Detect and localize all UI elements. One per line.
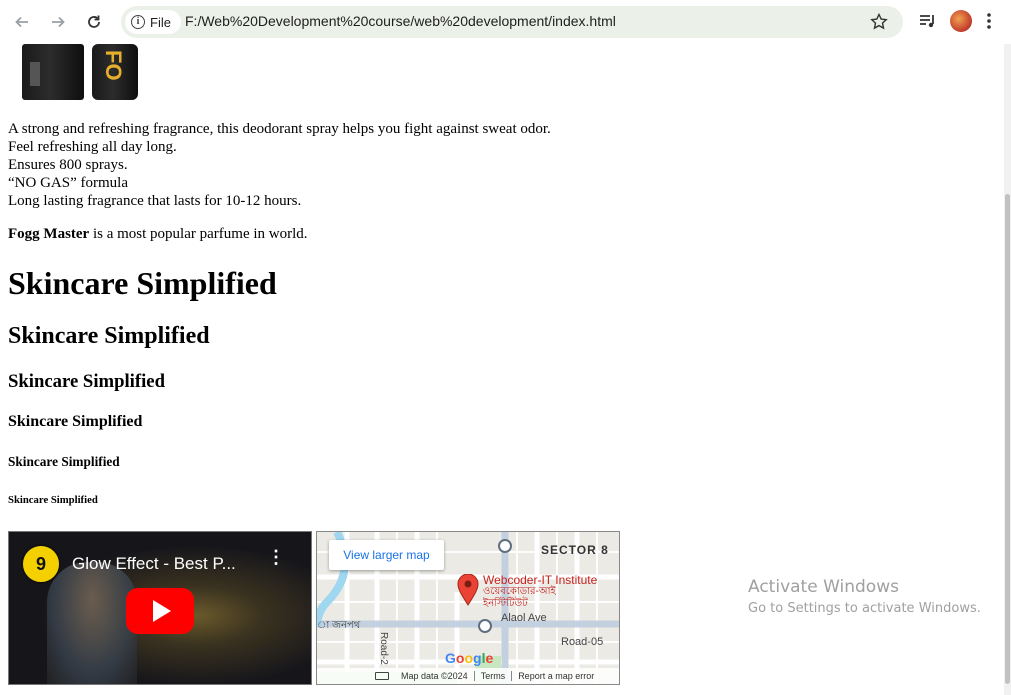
back-button[interactable] xyxy=(7,7,37,37)
brand-text: is a most popular parfume in world. xyxy=(89,226,308,242)
scrollbar-thumb[interactable] xyxy=(1005,194,1010,684)
toolbar-right-icons xyxy=(918,10,992,32)
map-street-label: Alaol Ave xyxy=(501,612,547,624)
map-street-label: Road-05 xyxy=(561,636,604,648)
google-logo: Google xyxy=(445,650,494,666)
map-place-label[interactable]: Webcoder-IT Institute ওয়েবকোডার-আই ইনস্… xyxy=(483,574,597,610)
description-line: Feel refreshing all day long. xyxy=(8,139,177,155)
site-info-chip[interactable]: i File xyxy=(125,10,181,34)
reload-button[interactable] xyxy=(79,7,109,37)
map-street-label: া জনপথ xyxy=(317,620,361,631)
description-line: “NO GAS” formula xyxy=(8,175,128,191)
bookmark-star-icon[interactable] xyxy=(869,12,889,32)
product-box xyxy=(22,44,84,100)
address-bar[interactable]: i File F:/Web%20Development%20course/web… xyxy=(121,6,903,38)
map-pin-icon[interactable] xyxy=(457,574,479,606)
forward-button[interactable] xyxy=(43,7,73,37)
place-subtitle: ইনস্টিটিউট xyxy=(483,598,528,609)
video-person-figure xyxy=(47,562,137,684)
file-chip-label: File xyxy=(150,14,171,30)
reload-icon xyxy=(88,15,100,28)
heading-h3: Skincare Simplified xyxy=(8,371,165,392)
forward-arrow-icon xyxy=(52,16,65,28)
profile-avatar[interactable] xyxy=(950,10,972,32)
page-scrollbar[interactable] xyxy=(1004,44,1011,695)
video-more-icon[interactable]: ⋮ xyxy=(267,548,285,566)
channel-logo-icon[interactable]: 9 xyxy=(21,544,61,584)
play-icon xyxy=(153,600,171,622)
product-can: FO xyxy=(92,44,138,100)
watermark-title: Activate Windows xyxy=(748,577,899,597)
browser-menu-icon[interactable] xyxy=(986,12,992,30)
description-line: Ensures 800 sprays. xyxy=(8,157,128,173)
product-image: FO xyxy=(22,44,138,100)
place-name: Webcoder-IT Institute xyxy=(483,573,598,587)
heading-h6: Skincare Simplified xyxy=(8,494,98,506)
brand-paragraph: Fogg Master is a most popular parfume in… xyxy=(8,226,308,243)
report-error-link[interactable]: Report a map error xyxy=(518,671,594,681)
heading-h2: Skincare Simplified xyxy=(8,323,210,349)
description-line: A strong and refreshing fragrance, this … xyxy=(8,121,551,137)
google-map-embed[interactable]: View larger map SECTOR 8 Webcoder-IT Ins… xyxy=(316,531,620,685)
terms-link[interactable]: Terms xyxy=(481,671,506,681)
keyboard-shortcuts-icon[interactable] xyxy=(375,672,389,680)
video-title[interactable]: Glow Effect - Best P... xyxy=(72,554,236,574)
product-description: A strong and refreshing fragrance, this … xyxy=(8,120,551,210)
heading-h5: Skincare Simplified xyxy=(8,454,120,469)
brand-name: Fogg Master xyxy=(8,226,90,242)
watermark-subtitle: Go to Settings to activate Windows. xyxy=(748,601,981,616)
youtube-embed[interactable]: 9 Glow Effect - Best P... ⋮ xyxy=(8,531,312,685)
heading-h4: Skincare Simplified xyxy=(8,413,143,430)
url-text[interactable]: F:/Web%20Development%20course/web%20deve… xyxy=(185,13,616,29)
map-data-text: Map data ©2024 xyxy=(401,671,468,681)
activate-windows-watermark: Activate Windows Go to Settings to activ… xyxy=(748,577,981,616)
description-line: Long lasting fragrance that lasts for 10… xyxy=(8,193,302,209)
play-button[interactable] xyxy=(126,588,194,634)
browser-toolbar: i File F:/Web%20Development%20course/web… xyxy=(0,0,1011,44)
map-attribution-bar: Map data ©2024 Terms Report a map error xyxy=(317,668,619,684)
heading-h1: Skincare Simplified xyxy=(8,265,277,301)
view-larger-map-link[interactable]: View larger map xyxy=(329,540,444,570)
place-subtitle: ওয়েবকোডার-আই xyxy=(483,586,556,597)
back-arrow-icon xyxy=(15,16,28,28)
map-street-label: Road-2 xyxy=(378,632,389,665)
map-label-sector: SECTOR 8 xyxy=(541,543,609,557)
info-icon: i xyxy=(131,15,145,29)
reading-list-icon[interactable] xyxy=(918,12,936,30)
